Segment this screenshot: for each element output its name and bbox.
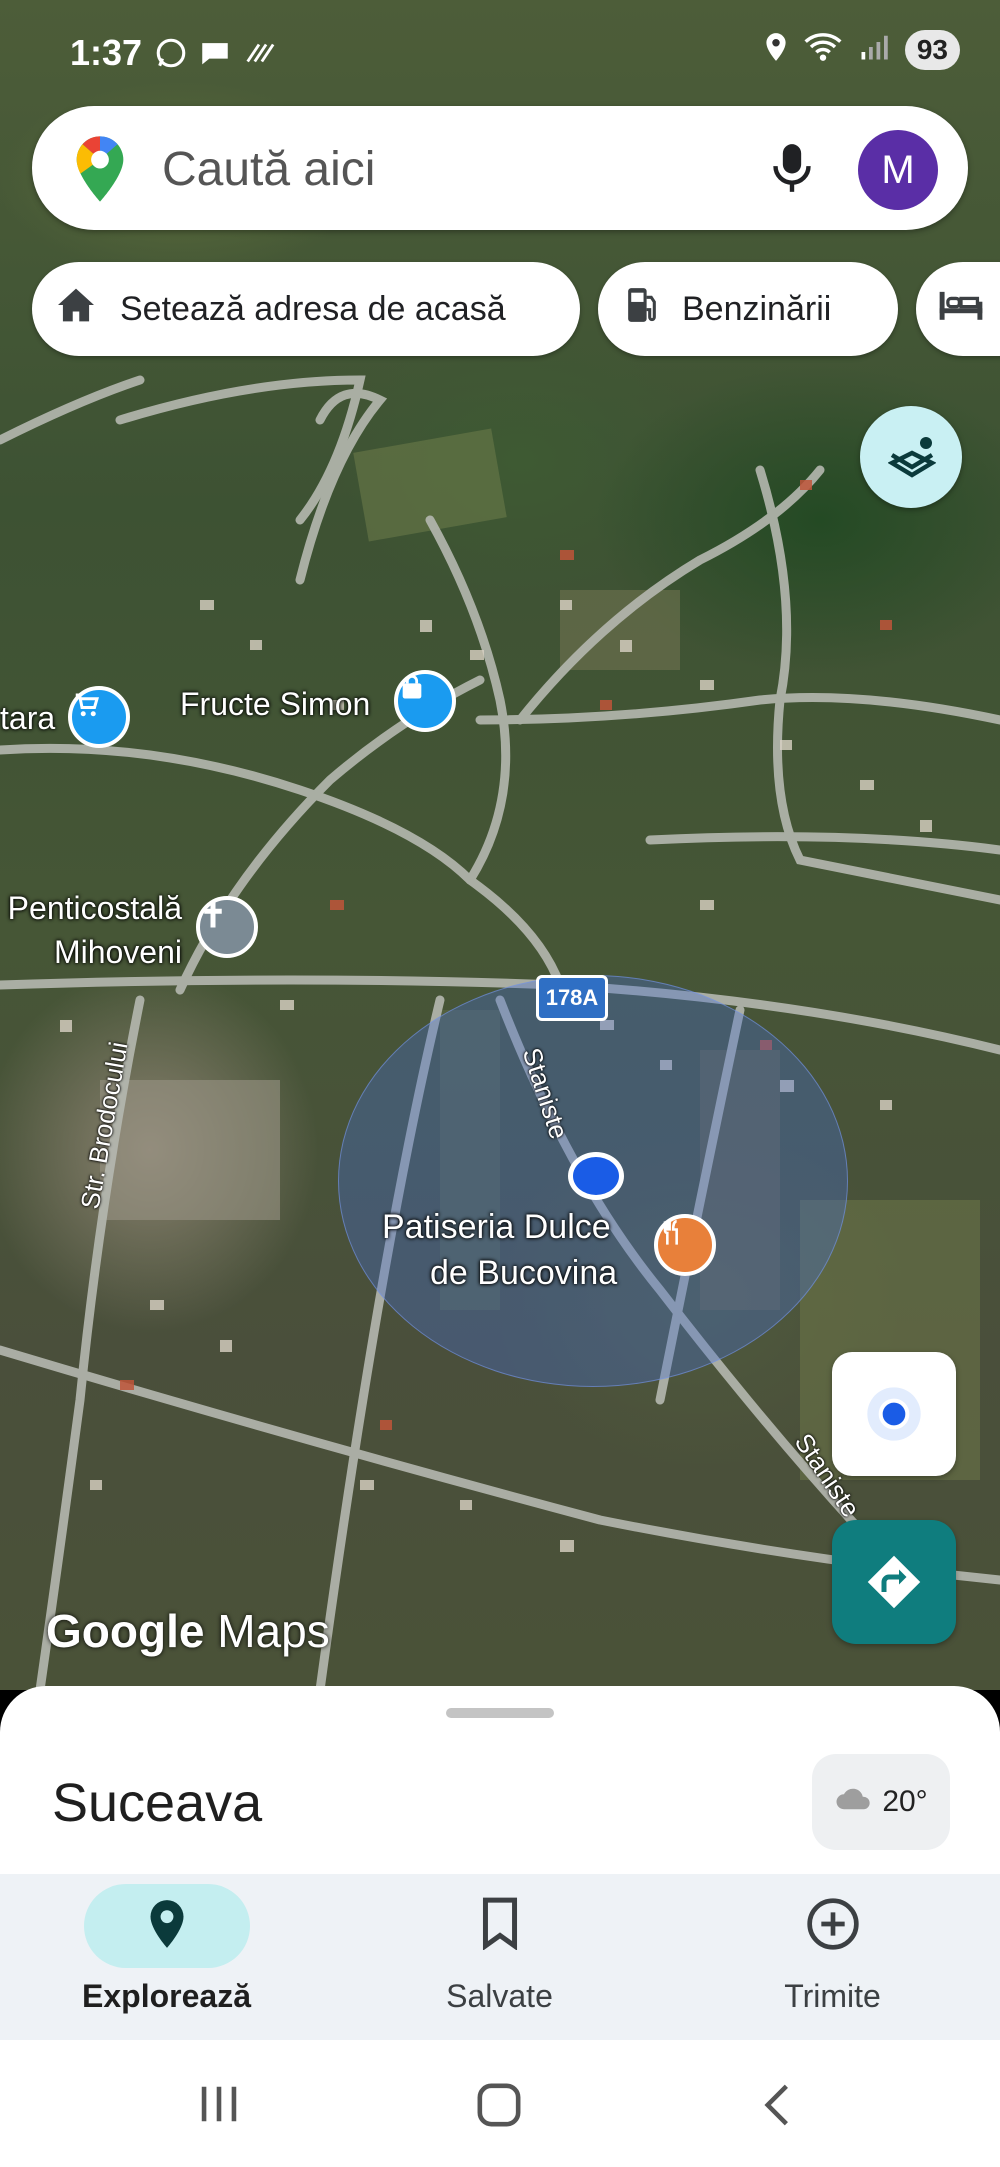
nav-explore-label: Explorează [82, 1978, 251, 2014]
explore-pin-icon [145, 1896, 189, 1957]
nav-saved-label: Salvate [446, 1978, 553, 2014]
add-circle-icon [805, 1896, 861, 1957]
my-location-icon [862, 1382, 926, 1451]
weather-chip[interactable]: 20° [812, 1754, 950, 1850]
shopping-bag-icon[interactable] [394, 670, 456, 732]
poi-label-church-line1[interactable]: Penticostală [0, 890, 182, 927]
directions-icon [864, 1552, 924, 1617]
shopping-cart-icon[interactable] [68, 686, 130, 748]
hotel-bed-icon [938, 288, 984, 331]
cloud-icon [834, 1785, 874, 1819]
microphone-icon[interactable] [770, 140, 814, 201]
weather-temperature: 20° [882, 1785, 928, 1818]
my-location-dot [568, 1152, 624, 1200]
wifi-icon [803, 31, 843, 70]
nav-contribute-label: Trimite [784, 1978, 881, 2014]
current-area-title: Suceava [52, 1773, 263, 1833]
chip-hotels[interactable] [916, 262, 1000, 356]
system-navigation-bar [0, 2040, 1000, 2167]
recents-icon[interactable] [196, 2084, 242, 2129]
google-maps-watermark: Google Maps [46, 1605, 330, 1657]
chat-bubble-icon [198, 36, 232, 78]
poi-label-patiseria-line2[interactable]: de Bucovina [430, 1254, 617, 1293]
chip-gas-stations-label: Benzinării [682, 289, 832, 328]
status-bar: 1:37 93 [0, 0, 1000, 110]
battery-indicator: 93 [904, 30, 960, 70]
chip-set-home-label: Setează adresa de acasă [120, 289, 506, 328]
layers-icon [887, 432, 937, 487]
poi-label-church-line2[interactable]: Mihoveni [0, 934, 182, 971]
account-avatar[interactable]: M [858, 130, 938, 210]
chip-gas-stations[interactable]: Benzinării [598, 262, 898, 356]
directions-button[interactable] [832, 1520, 956, 1644]
explore-bottom-sheet[interactable]: Suceava 20° [0, 1686, 1000, 1876]
nav-saved[interactable]: Salvate [333, 1874, 666, 2040]
gas-station-icon [624, 285, 660, 334]
poi-label-fructe-simon[interactable]: Fructe Simon [180, 686, 370, 723]
whatsapp-icon [154, 36, 188, 78]
nav-explore[interactable]: Explorează [0, 1874, 333, 2040]
route-shield-178a: 178A [536, 975, 608, 1021]
restaurant-icon[interactable] [654, 1214, 716, 1276]
signal-stripes-icon [242, 36, 276, 78]
poi-label-shop[interactable]: tara [0, 700, 55, 737]
sheet-drag-handle[interactable] [446, 1708, 554, 1718]
bookmark-icon [479, 1896, 521, 1955]
home-icon [56, 287, 96, 332]
nav-contribute[interactable]: Trimite [666, 1874, 999, 2040]
back-icon[interactable] [762, 2082, 792, 2133]
bottom-navigation: Explorează Salvate Trimite [0, 1874, 1000, 2040]
location-pin-status-icon [763, 31, 789, 70]
church-cross-icon[interactable] [196, 896, 258, 958]
status-time: 1:37 [70, 32, 143, 73]
my-location-button[interactable] [832, 1352, 956, 1476]
map-layers-button[interactable] [860, 406, 962, 508]
home-nav-icon[interactable] [476, 2082, 522, 2133]
chip-set-home[interactable]: Setează adresa de acasă [32, 262, 580, 356]
google-maps-pin-icon [72, 134, 128, 209]
search-input[interactable]: Caută aici [162, 142, 375, 197]
poi-label-patiseria-line1[interactable]: Patiseria Dulce [382, 1208, 611, 1247]
cell-signal-icon [857, 32, 891, 69]
search-bar[interactable]: Caută aici M [32, 106, 968, 230]
